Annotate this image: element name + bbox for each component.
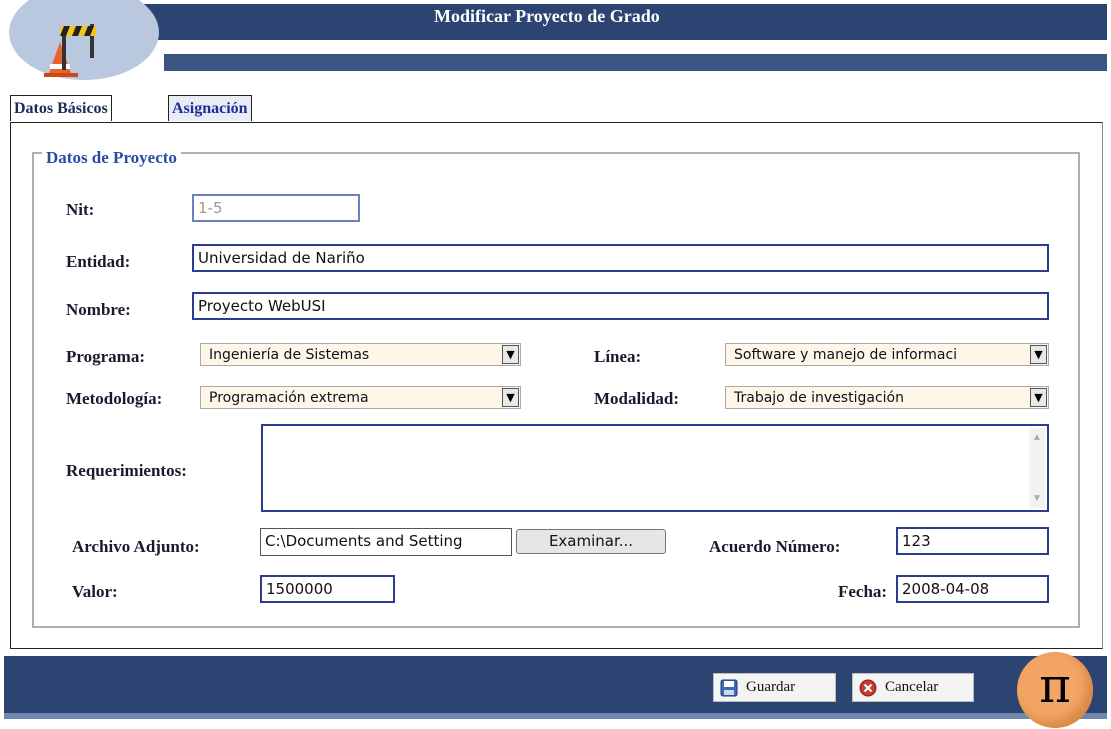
nombre-label: Nombre:: [66, 300, 131, 319]
cancel-button[interactable]: Cancelar: [852, 673, 974, 702]
footer-stripe: [4, 713, 1107, 719]
cancel-button-label: Cancelar: [885, 679, 939, 695]
fecha-field[interactable]: 2008-04-08: [896, 575, 1049, 603]
floppy-disk-icon: [720, 679, 738, 697]
programa-select-value: Ingeniería de Sistemas: [209, 347, 370, 363]
requerimientos-textarea[interactable]: ▲ ▼: [261, 424, 1049, 512]
window: Modificar Proyecto de Grado Datos Básico…: [4, 0, 1107, 729]
acuerdo-field[interactable]: 123: [896, 527, 1049, 555]
construction-barrier-icon: [44, 24, 96, 77]
group-legend: Datos de Proyecto: [42, 148, 181, 168]
linea-select[interactable]: Software y manejo de informaci ▼: [725, 343, 1049, 366]
scroll-down-icon[interactable]: ▼: [1029, 493, 1045, 504]
fecha-label: Fecha:: [838, 582, 888, 601]
chevron-down-icon[interactable]: ▼: [502, 345, 519, 364]
header-stripe: [164, 54, 1107, 71]
tab-datos-basicos[interactable]: Datos Básicos: [10, 95, 112, 121]
modalidad-select-value: Trabajo de investigación: [734, 390, 904, 406]
acuerdo-label: Acuerdo Número:: [709, 537, 841, 556]
examinar-button[interactable]: Examinar...: [516, 529, 666, 554]
tab-asignacion[interactable]: Asignación: [168, 95, 252, 121]
header: Modificar Proyecto de Grado: [4, 0, 1107, 80]
nit-field: 1-5: [192, 194, 360, 222]
save-button-label: Guardar: [746, 679, 796, 695]
metodologia-select-value: Programación extrema: [209, 390, 369, 406]
nit-label: Nit:: [66, 200, 95, 219]
textarea-scrollbar[interactable]: ▲ ▼: [1029, 428, 1045, 508]
linea-label: Línea:: [594, 347, 642, 366]
valor-label: Valor:: [72, 582, 118, 601]
modalidad-select[interactable]: Trabajo de investigación ▼: [725, 386, 1049, 409]
pi-logo-icon: π: [1017, 652, 1093, 728]
chevron-down-icon[interactable]: ▼: [1030, 388, 1047, 407]
nombre-field[interactable]: Proyecto WebUSI: [192, 292, 1049, 320]
scroll-up-icon[interactable]: ▲: [1029, 432, 1045, 443]
archivo-label: Archivo Adjunto:: [72, 537, 200, 556]
programa-label: Programa:: [66, 347, 145, 366]
valor-field[interactable]: 1500000: [260, 575, 395, 603]
chevron-down-icon[interactable]: ▼: [1030, 345, 1047, 364]
cancel-icon: [859, 679, 877, 697]
chevron-down-icon[interactable]: ▼: [502, 388, 519, 407]
page-title: Modificar Proyecto de Grado: [434, 6, 660, 26]
linea-select-value: Software y manejo de informaci: [734, 347, 958, 363]
programa-select[interactable]: Ingeniería de Sistemas ▼: [200, 343, 521, 366]
modalidad-label: Modalidad:: [594, 389, 680, 408]
save-button[interactable]: Guardar: [713, 673, 836, 702]
metodologia-select[interactable]: Programación extrema ▼: [200, 386, 521, 409]
metodologia-label: Metodología:: [66, 389, 163, 408]
archivo-field[interactable]: C:\Documents and Setting: [260, 528, 512, 556]
entidad-label: Entidad:: [66, 252, 131, 271]
entidad-field[interactable]: Universidad de Nariño: [192, 244, 1049, 272]
requerimientos-label: Requerimientos:: [66, 461, 187, 480]
